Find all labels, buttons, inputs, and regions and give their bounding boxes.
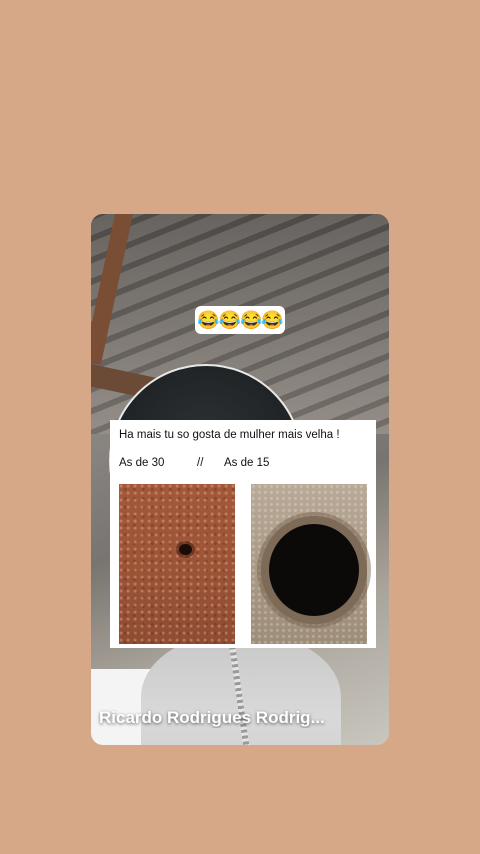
meme-caption: Ha mais tu so gosta de mulher mais velha… (119, 429, 340, 441)
username-sticker[interactable]: Ricardo Rodrigues Rodrig... (91, 708, 389, 728)
left-label: As de 30 (119, 457, 165, 469)
separator-label: // (197, 457, 204, 469)
username-text: Ricardo Rodrigues Rodrig... (99, 708, 325, 727)
big-hole-photo (251, 484, 367, 644)
big-hole (269, 524, 359, 616)
story-card[interactable]: 😂😂😂😂 Ha mais tu so gosta de mulher mais … (91, 214, 389, 745)
emoji-sticker[interactable]: 😂😂😂😂 (195, 306, 285, 334)
small-hole-photo (119, 484, 235, 644)
right-label: As de 15 (224, 457, 270, 469)
small-hole (179, 544, 192, 555)
meme-card[interactable]: Ha mais tu so gosta de mulher mais velha… (110, 420, 376, 648)
